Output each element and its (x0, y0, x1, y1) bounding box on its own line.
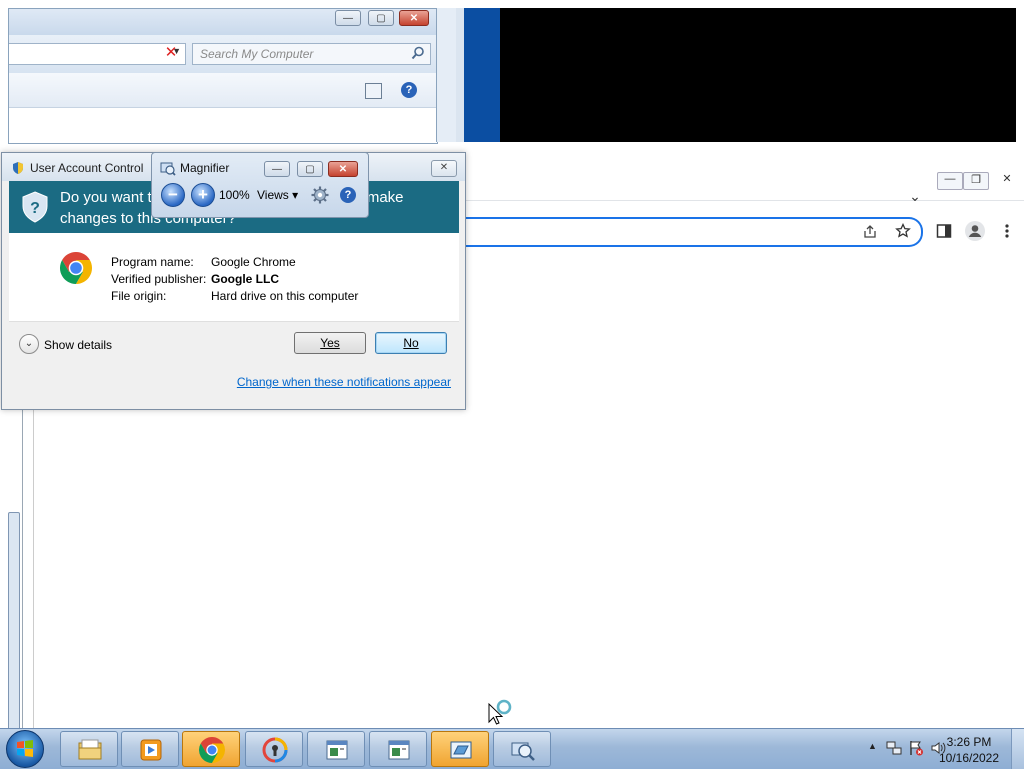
taskbar-google-chrome[interactable] (182, 731, 240, 767)
magnifier-app-icon (160, 162, 176, 176)
program-name-value: Google Chrome (211, 255, 296, 269)
chevron-down-icon[interactable]: ⌄ (19, 334, 39, 354)
search-input[interactable]: Search My Computer (192, 43, 431, 65)
magnifier-minimize-button[interactable]: — (264, 161, 290, 177)
uac-body: Program name: Google Chrome Verified pub… (9, 233, 459, 321)
window-edge-inner (456, 8, 464, 142)
folder-icon (78, 739, 102, 760)
search-icon[interactable] (411, 46, 425, 60)
app-window-2-icon (388, 740, 410, 760)
network-icon[interactable] (886, 740, 902, 756)
uac-title: User Account Control (30, 161, 144, 175)
chrome-minimize-button[interactable]: — (937, 172, 963, 190)
show-desktop-button[interactable] (1011, 729, 1024, 769)
window-fragment (436, 8, 457, 142)
busy-cursor-icon (488, 699, 512, 725)
action-center-icon[interactable] (908, 740, 924, 756)
svg-text:?: ? (30, 200, 40, 217)
clear-address-icon[interactable]: ✕ (161, 43, 181, 63)
uac-shield-icon (13, 162, 23, 174)
chrome-close-button[interactable]: ✕ (995, 172, 1019, 188)
explorer-toolbar: ? (9, 73, 437, 108)
black-window (500, 8, 1016, 142)
clock-time: 3:26 PM (946, 735, 992, 749)
explorer-window: — ▢ ✕ ▼ ✕ Search My Computer ? (8, 8, 438, 144)
app-window-icon (326, 740, 348, 760)
chrome-taskbar-icon (199, 737, 225, 763)
magnifier-title: Magnifier (180, 161, 230, 175)
file-origin-label: File origin: (111, 289, 167, 303)
uac-close-button[interactable]: ✕ (431, 160, 457, 177)
explorer-maximize-button[interactable]: ▢ (368, 10, 394, 26)
uac-question-shield-icon: ? (22, 191, 48, 223)
chrome-content-edge (33, 408, 44, 728)
explorer-titlebar: — ▢ ✕ (9, 9, 437, 35)
bookmark-star-icon[interactable] (895, 223, 911, 239)
help-icon[interactable]: ? (401, 82, 417, 98)
file-origin-value: Hard drive on this computer (211, 289, 359, 303)
explorer-minimize-button[interactable]: — (335, 10, 361, 26)
address-bar[interactable]: ▼ (9, 43, 186, 65)
chrome-restore-button[interactable]: ❐ (963, 172, 989, 190)
taskbar-keepass[interactable] (245, 731, 303, 767)
start-button[interactable] (6, 730, 44, 768)
taskbar-control-panel[interactable] (431, 731, 489, 767)
uac-footer: ⌄ Show details Yes No Change when these … (9, 321, 459, 404)
gear-icon[interactable] (311, 186, 329, 204)
clock[interactable]: 3:26 PM 10/16/2022 (934, 734, 1004, 766)
preview-pane-icon[interactable] (365, 83, 382, 99)
yes-button[interactable]: Yes (294, 332, 366, 354)
show-details-button[interactable]: Show details (44, 338, 112, 352)
zoom-in-button[interactable]: + (191, 183, 215, 207)
magnifier-taskbar-icon (511, 742, 535, 761)
taskbar: ▲ 3:26 PM 10/16/2022 (0, 728, 1024, 769)
publisher-label: Verified publisher: (111, 272, 207, 286)
keepass-icon (262, 737, 288, 763)
explorer-close-button[interactable]: ✕ (399, 10, 429, 26)
share-icon[interactable] (862, 224, 878, 240)
program-name-label: Program name: (111, 255, 194, 269)
magnifier-window: Magnifier — ▢ ✕ − + 100% Views ▾ ? (151, 152, 369, 218)
magnifier-help-icon[interactable]: ? (340, 187, 356, 203)
windows-logo-icon (17, 740, 33, 757)
tab-search-icon[interactable]: ⌄ (903, 188, 927, 204)
taskbar-app-window-2[interactable] (369, 731, 427, 767)
magnifier-maximize-button[interactable]: ▢ (297, 161, 323, 177)
no-button[interactable]: No (375, 332, 447, 354)
media-player-icon (140, 739, 162, 761)
control-panel-icon (450, 741, 472, 759)
magnifier-close-button[interactable]: ✕ (328, 161, 358, 177)
taskbar-magnifier[interactable] (493, 731, 551, 767)
side-panel-icon[interactable] (936, 223, 952, 239)
clock-date: 10/16/2022 (938, 751, 1000, 765)
system-tray: ▲ 3:26 PM 10/16/2022 (844, 729, 1024, 769)
zoom-out-button[interactable]: − (161, 183, 185, 207)
zoom-level: 100% (219, 188, 250, 202)
publisher-value: Google LLC (211, 272, 279, 286)
window-edge (456, 8, 500, 142)
taskbar-app-window[interactable] (307, 731, 365, 767)
views-dropdown[interactable]: Views ▾ (257, 188, 298, 202)
search-placeholder: Search My Computer (200, 47, 314, 61)
explorer-address-row: ▼ ✕ Search My Computer (9, 35, 437, 73)
taskbar-media-player[interactable] (121, 731, 179, 767)
taskbar-windows-explorer[interactable] (60, 731, 118, 767)
profile-avatar-icon[interactable] (964, 220, 986, 242)
change-notifications-link[interactable]: Change when these notifications appear (237, 375, 451, 389)
chrome-menu-icon[interactable] (1003, 223, 1011, 239)
window-edge-fragment (8, 512, 20, 730)
google-chrome-icon (60, 252, 92, 284)
show-hidden-icons-button[interactable]: ▲ (868, 741, 877, 751)
